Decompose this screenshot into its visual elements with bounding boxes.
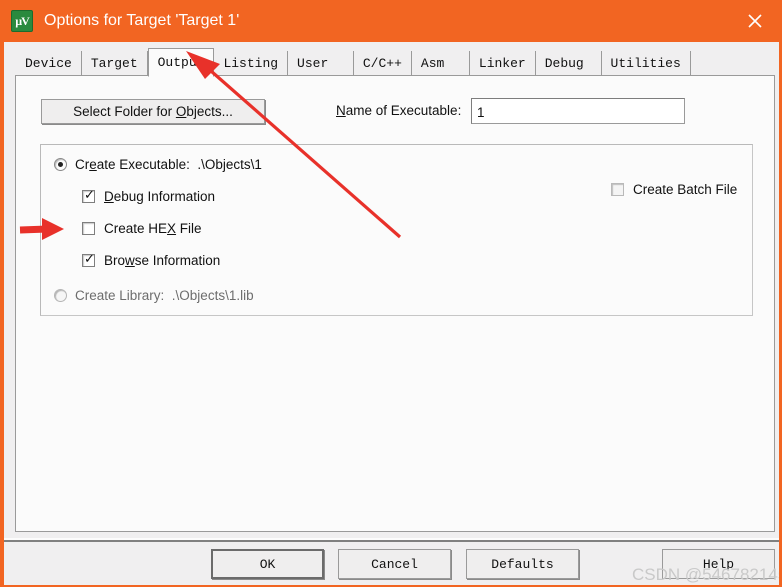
ok-button-label: OK [259, 556, 276, 572]
create-hex-file-label: Create HEX File [104, 221, 202, 236]
create-hex-file-row[interactable]: Create HEX File [82, 221, 202, 236]
help-button[interactable]: Help [662, 549, 775, 579]
debug-information-checkbox[interactable]: ✓ [82, 188, 95, 203]
tab-debug[interactable]: Debug [535, 51, 602, 76]
tab-device-label: Device [25, 56, 72, 71]
tab-asm-label: Asm [420, 56, 445, 71]
debug-information-label: Debug Information [104, 189, 216, 204]
tab-strip-filler [690, 51, 775, 76]
create-batch-file-row[interactable]: Create Batch File [611, 182, 737, 197]
tab-target-label: Target [90, 56, 138, 71]
help-button-label: Help [702, 556, 735, 572]
tab-debug-label: Debug [544, 56, 584, 71]
create-library-path: .\Objects\1.lib [171, 288, 254, 303]
browse-information-row[interactable]: ✓ Browse Information [82, 253, 220, 268]
create-hex-file-checkbox[interactable] [82, 222, 95, 235]
cancel-button-label: Cancel [371, 556, 418, 572]
tab-utilities-label: Utilities [610, 56, 681, 71]
name-of-executable-label: Name of Executable: [336, 103, 462, 118]
tab-utilities[interactable]: Utilities [601, 51, 691, 76]
uvision-logo-icon: µV [11, 10, 33, 32]
cancel-button[interactable]: Cancel [338, 549, 451, 579]
tab-strip: Device Target Output Listing User C/C++ … [15, 46, 775, 77]
tab-output[interactable]: Output [147, 48, 215, 77]
tab-user-label: User [297, 56, 329, 71]
title-bar: µV Options for Target 'Target 1' [4, 0, 779, 42]
create-library-radio[interactable] [54, 289, 67, 302]
create-batch-file-checkbox[interactable] [611, 183, 624, 196]
create-library-radio-row[interactable]: Create Library: .\Objects\1.lib [54, 288, 254, 303]
output-options-groupbox: Create Executable: .\Objects\1 ✓ Debug I… [40, 144, 753, 316]
defaults-button-label: Defaults [491, 556, 554, 572]
browse-information-checkbox[interactable]: ✓ [82, 252, 95, 267]
tab-device[interactable]: Device [15, 51, 82, 76]
check-mark-icon: ✓ [84, 188, 95, 203]
ok-button[interactable]: OK [211, 549, 324, 579]
tab-linker-label: Linker [478, 56, 526, 71]
footer-separator [4, 538, 779, 542]
name-of-executable-input[interactable] [471, 98, 685, 124]
options-dialog: µV Options for Target 'Target 1' Device … [0, 0, 782, 587]
tab-asm[interactable]: Asm [411, 51, 470, 76]
tab-output-label: Output [157, 55, 205, 70]
defaults-button[interactable]: Defaults [466, 549, 579, 579]
browse-information-label: Browse Information [104, 253, 221, 268]
select-folder-for-objects-button[interactable]: Select Folder for Objects... [41, 99, 265, 124]
tab-c-cpp[interactable]: C/C++ [353, 51, 412, 76]
tab-c-cpp-label: C/C++ [362, 56, 402, 71]
create-executable-label: Create Executable: [75, 157, 198, 172]
create-executable-path: .\Objects\1 [197, 157, 262, 172]
tab-linker[interactable]: Linker [469, 51, 536, 76]
debug-information-row[interactable]: ✓ Debug Information [82, 189, 215, 204]
create-batch-file-label: Create Batch File [633, 182, 738, 197]
tab-target[interactable]: Target [81, 51, 148, 76]
tab-user[interactable]: User [288, 51, 354, 76]
tab-listing[interactable]: Listing [214, 51, 289, 76]
create-library-label: Create Library: [75, 288, 172, 303]
output-tab-panel: Select Folder for Objects... Name of Exe… [15, 75, 775, 532]
create-executable-radio-row[interactable]: Create Executable: .\Objects\1 [54, 157, 262, 172]
close-icon[interactable] [732, 0, 778, 42]
select-folder-for-objects-label: Select Folder for Objects... [73, 104, 233, 119]
create-executable-radio[interactable] [54, 158, 67, 171]
uvision-logo-glyph: µV [15, 14, 30, 28]
check-mark-icon: ✓ [84, 252, 95, 267]
window-title: Options for Target 'Target 1' [44, 12, 240, 29]
tab-listing-label: Listing [223, 56, 279, 71]
